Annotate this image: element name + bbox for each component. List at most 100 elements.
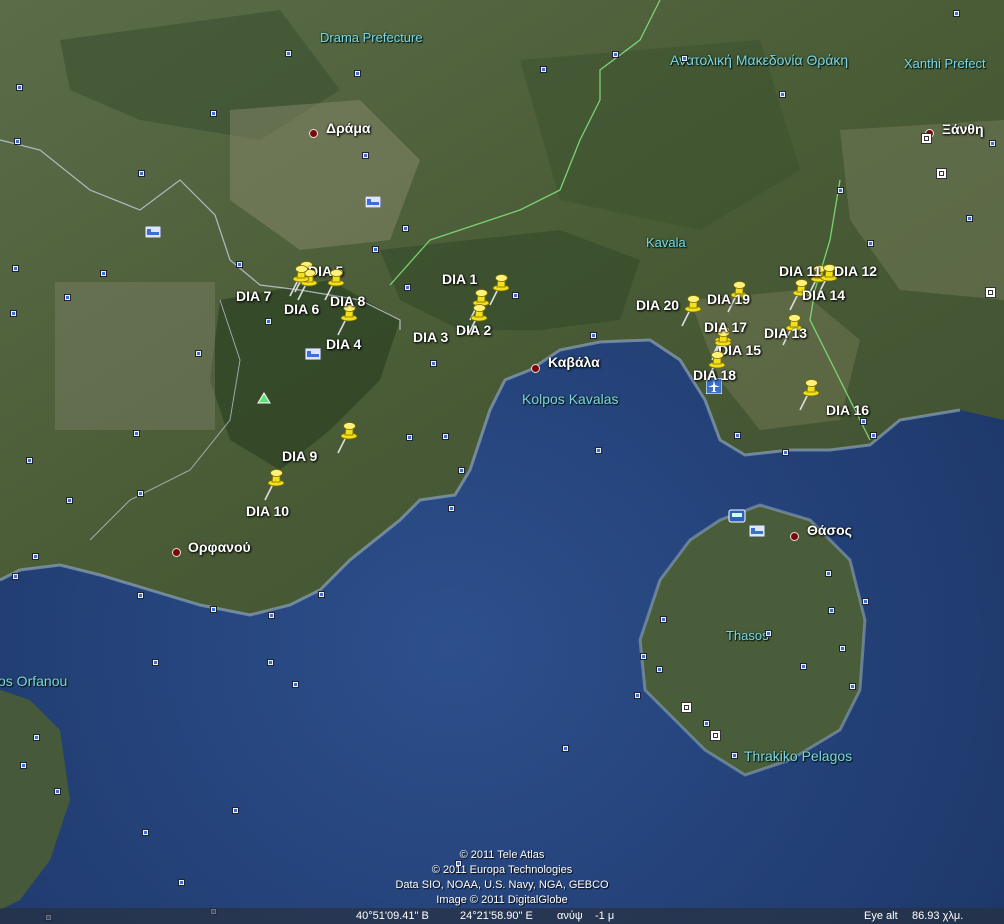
placemark-label[interactable]: DIA 14 bbox=[802, 287, 845, 303]
blue-square-poi-icon[interactable] bbox=[318, 591, 325, 598]
blue-square-poi-icon[interactable] bbox=[232, 807, 239, 814]
placemark-label[interactable]: DIA 18 bbox=[693, 367, 736, 383]
blue-square-poi-icon[interactable] bbox=[867, 240, 874, 247]
blue-square-poi-icon[interactable] bbox=[656, 666, 663, 673]
city-label-xanthi[interactable]: Ξάνθη bbox=[942, 121, 984, 137]
blue-square-poi-icon[interactable] bbox=[133, 430, 140, 437]
bus-station-icon[interactable] bbox=[728, 508, 746, 524]
placemark-label[interactable]: DIA 17 bbox=[704, 319, 747, 335]
blue-square-poi-icon[interactable] bbox=[372, 246, 379, 253]
placemark-label[interactable]: DIA 10 bbox=[246, 503, 289, 519]
city-dot-icon[interactable] bbox=[172, 548, 181, 557]
hotel-bed-icon[interactable] bbox=[749, 525, 765, 537]
blue-square-poi-icon[interactable] bbox=[54, 788, 61, 795]
blue-square-poi-icon[interactable] bbox=[870, 432, 877, 439]
blue-square-poi-icon[interactable] bbox=[634, 692, 641, 699]
blue-square-poi-icon[interactable] bbox=[142, 829, 149, 836]
city-dot-icon[interactable] bbox=[531, 364, 540, 373]
blue-square-poi-icon[interactable] bbox=[458, 467, 465, 474]
blue-square-poi-icon[interactable] bbox=[590, 332, 597, 339]
blue-square-poi-icon[interactable] bbox=[12, 265, 19, 272]
placemark-label[interactable]: DIA 8 bbox=[330, 293, 365, 309]
blue-square-poi-icon[interactable] bbox=[828, 607, 835, 614]
blue-square-poi-icon[interactable] bbox=[703, 720, 710, 727]
blue-square-poi-icon[interactable] bbox=[292, 681, 299, 688]
blue-square-poi-icon[interactable] bbox=[825, 570, 832, 577]
landmark-icon[interactable] bbox=[985, 287, 996, 298]
blue-square-poi-icon[interactable] bbox=[137, 490, 144, 497]
placemark-label[interactable]: DIA 9 bbox=[282, 448, 317, 464]
blue-square-poi-icon[interactable] bbox=[800, 663, 807, 670]
city-label-drama[interactable]: Δράμα bbox=[326, 120, 371, 136]
blue-square-poi-icon[interactable] bbox=[953, 10, 960, 17]
blue-square-poi-icon[interactable] bbox=[512, 292, 519, 299]
blue-square-poi-icon[interactable] bbox=[210, 110, 217, 117]
blue-square-poi-icon[interactable] bbox=[731, 752, 738, 759]
placemark-label[interactable]: DIA 12 bbox=[834, 263, 877, 279]
city-label-thasos[interactable]: Θάσος bbox=[807, 522, 852, 538]
city-label-kavala[interactable]: Καβάλα bbox=[548, 354, 600, 370]
placemark-label[interactable]: DIA 4 bbox=[326, 336, 361, 352]
hotel-bed-icon[interactable] bbox=[305, 348, 321, 360]
blue-square-poi-icon[interactable] bbox=[734, 432, 741, 439]
placemark-label[interactable]: DIA 13 bbox=[764, 325, 807, 341]
blue-square-poi-icon[interactable] bbox=[765, 630, 772, 637]
blue-square-poi-icon[interactable] bbox=[137, 592, 144, 599]
blue-square-poi-icon[interactable] bbox=[20, 762, 27, 769]
blue-square-poi-icon[interactable] bbox=[26, 457, 33, 464]
blue-square-poi-icon[interactable] bbox=[430, 360, 437, 367]
landmark-icon[interactable] bbox=[710, 730, 721, 741]
landmark-icon[interactable] bbox=[936, 168, 947, 179]
blue-square-poi-icon[interactable] bbox=[33, 734, 40, 741]
blue-square-poi-icon[interactable] bbox=[860, 418, 867, 425]
blue-square-poi-icon[interactable] bbox=[779, 91, 786, 98]
park-triangle-icon[interactable] bbox=[257, 392, 271, 404]
placemark-label[interactable]: DIA 20 bbox=[636, 297, 679, 313]
placemark-label[interactable]: DIA 6 bbox=[284, 301, 319, 317]
blue-square-poi-icon[interactable] bbox=[152, 659, 159, 666]
placemark-label[interactable]: DIA 1 bbox=[442, 271, 477, 287]
blue-square-poi-icon[interactable] bbox=[660, 616, 667, 623]
blue-square-poi-icon[interactable] bbox=[640, 653, 647, 660]
yellow-pushpin-icon[interactable] bbox=[287, 264, 311, 298]
blue-square-poi-icon[interactable] bbox=[265, 318, 272, 325]
blue-square-poi-icon[interactable] bbox=[966, 215, 973, 222]
blue-square-poi-icon[interactable] bbox=[839, 645, 846, 652]
blue-square-poi-icon[interactable] bbox=[402, 225, 409, 232]
blue-square-poi-icon[interactable] bbox=[32, 553, 39, 560]
blue-square-poi-icon[interactable] bbox=[782, 449, 789, 456]
blue-square-poi-icon[interactable] bbox=[210, 606, 217, 613]
blue-square-poi-icon[interactable] bbox=[595, 447, 602, 454]
blue-square-poi-icon[interactable] bbox=[404, 284, 411, 291]
yellow-pushpin-icon[interactable] bbox=[679, 294, 703, 328]
blue-square-poi-icon[interactable] bbox=[442, 433, 449, 440]
blue-square-poi-icon[interactable] bbox=[562, 745, 569, 752]
blue-square-poi-icon[interactable] bbox=[540, 66, 547, 73]
blue-square-poi-icon[interactable] bbox=[448, 505, 455, 512]
blue-square-poi-icon[interactable] bbox=[10, 310, 17, 317]
blue-square-poi-icon[interactable] bbox=[837, 187, 844, 194]
map-view[interactable]: Drama Prefecture Ανατολική Μακεδονία Θρά… bbox=[0, 0, 1004, 924]
landmark-icon[interactable] bbox=[921, 133, 932, 144]
yellow-pushpin-icon[interactable] bbox=[797, 378, 821, 412]
blue-square-poi-icon[interactable] bbox=[612, 51, 619, 58]
placemark-label[interactable]: DIA 16 bbox=[826, 402, 869, 418]
blue-square-poi-icon[interactable] bbox=[681, 55, 688, 62]
blue-square-poi-icon[interactable] bbox=[354, 70, 361, 77]
blue-square-poi-icon[interactable] bbox=[267, 659, 274, 666]
yellow-pushpin-icon[interactable] bbox=[262, 468, 286, 502]
blue-square-poi-icon[interactable] bbox=[849, 683, 856, 690]
city-label-orfanou[interactable]: Ορφανού bbox=[188, 539, 251, 555]
hotel-bed-icon[interactable] bbox=[365, 196, 381, 208]
blue-square-poi-icon[interactable] bbox=[138, 170, 145, 177]
blue-square-poi-icon[interactable] bbox=[12, 573, 19, 580]
city-dot-icon[interactable] bbox=[309, 129, 318, 138]
yellow-pushpin-icon[interactable] bbox=[335, 421, 359, 455]
blue-square-poi-icon[interactable] bbox=[100, 270, 107, 277]
blue-square-poi-icon[interactable] bbox=[989, 140, 996, 147]
yellow-pushpin-icon[interactable] bbox=[465, 303, 489, 337]
blue-square-poi-icon[interactable] bbox=[14, 138, 21, 145]
blue-square-poi-icon[interactable] bbox=[268, 612, 275, 619]
hotel-bed-icon[interactable] bbox=[145, 226, 161, 238]
blue-square-poi-icon[interactable] bbox=[285, 50, 292, 57]
